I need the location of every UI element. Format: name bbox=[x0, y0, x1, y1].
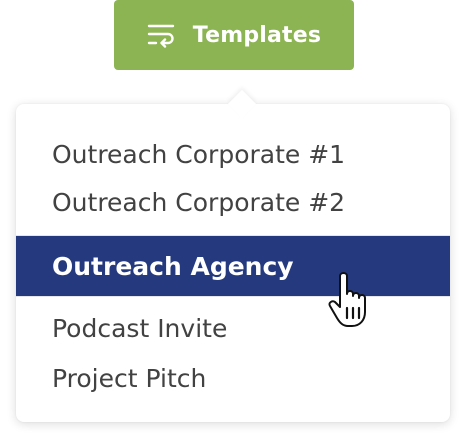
templates-dropdown-stage: Templates Outreach Corporate #1 Outreach… bbox=[0, 0, 466, 438]
menu-item-label: Outreach Agency bbox=[52, 251, 294, 281]
menu-divider bbox=[16, 296, 450, 297]
templates-button-label: Templates bbox=[192, 22, 322, 48]
menu-item-outreach-corporate-2[interactable]: Outreach Corporate #2 bbox=[16, 178, 450, 226]
hand-pointer-icon bbox=[326, 270, 382, 330]
menu-item-outreach-corporate-1[interactable]: Outreach Corporate #1 bbox=[16, 130, 450, 178]
menu-item-label: Outreach Corporate #2 bbox=[52, 187, 346, 217]
menu-item-project-pitch[interactable]: Project Pitch bbox=[16, 354, 450, 402]
menu-item-podcast-invite[interactable]: Podcast Invite bbox=[16, 304, 450, 352]
templates-menu: Outreach Corporate #1 Outreach Corporate… bbox=[16, 89, 450, 422]
menu-caret bbox=[227, 89, 257, 119]
templates-list-icon bbox=[147, 22, 177, 48]
menu-item-label: Podcast Invite bbox=[52, 313, 228, 343]
templates-button[interactable]: Templates bbox=[114, 0, 354, 70]
menu-item-outreach-agency[interactable]: Outreach Agency bbox=[16, 236, 450, 296]
menu-item-label: Project Pitch bbox=[52, 363, 207, 393]
menu-item-label: Outreach Corporate #1 bbox=[52, 139, 346, 169]
